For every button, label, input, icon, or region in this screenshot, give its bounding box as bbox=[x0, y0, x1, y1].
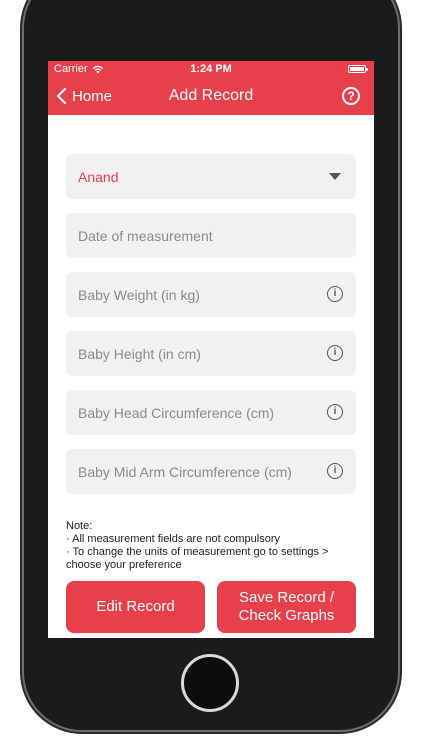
edit-record-label: Edit Record bbox=[96, 598, 175, 615]
navigation-bar: Home Add Record ? bbox=[48, 77, 374, 115]
height-info-icon[interactable]: i bbox=[327, 345, 343, 361]
note-line-1: · All measurement fields are not compuls… bbox=[66, 533, 280, 545]
edit-record-button[interactable]: Edit Record bbox=[66, 581, 205, 633]
height-placeholder: Baby Height (in cm) bbox=[78, 345, 201, 362]
battery-icon bbox=[348, 65, 368, 73]
arm-placeholder: Baby Mid Arm Circumference (cm) bbox=[78, 463, 292, 480]
save-label-line-1: Save Record / bbox=[238, 589, 335, 606]
dropdown-caret-icon bbox=[329, 173, 341, 180]
arm-info-icon[interactable]: i bbox=[327, 463, 343, 479]
save-record-button[interactable]: Save Record / Check Graphs bbox=[217, 581, 356, 633]
page-title: Add Record bbox=[168, 87, 254, 104]
weight-info-icon[interactable]: i bbox=[327, 286, 343, 302]
head-placeholder: Baby Head Circumference (cm) bbox=[78, 404, 275, 421]
note-title: Note: bbox=[66, 520, 93, 532]
save-record-label: Save Record / Check Graphs bbox=[239, 589, 335, 625]
help-icon[interactable]: ? bbox=[342, 87, 360, 105]
home-button[interactable] bbox=[181, 654, 239, 712]
note-section: Note: · All measurement fields are not c… bbox=[66, 520, 361, 572]
height-field[interactable]: Baby Height (in cm) i bbox=[66, 331, 356, 376]
date-field[interactable]: Date of measurement bbox=[66, 213, 356, 258]
clock: 1:24 PM bbox=[190, 63, 232, 75]
date-placeholder: Date of measurement bbox=[78, 227, 213, 244]
add-record-form: Anand Date of measurement Baby Weight (i… bbox=[66, 154, 356, 508]
weight-placeholder: Baby Weight (in kg) bbox=[78, 286, 200, 303]
weight-field[interactable]: Baby Weight (in kg) i bbox=[66, 272, 356, 317]
head-info-icon[interactable]: i bbox=[327, 404, 343, 420]
baby-select[interactable]: Anand bbox=[66, 154, 356, 199]
head-circumference-field[interactable]: Baby Head Circumference (cm) i bbox=[66, 390, 356, 435]
save-label-line-2: Check Graphs bbox=[238, 607, 335, 624]
note-line-2: · To change the units of measurement go … bbox=[66, 546, 329, 571]
mid-arm-circumference-field[interactable]: Baby Mid Arm Circumference (cm) i bbox=[66, 449, 356, 494]
app-screen: Carrier 1:24 PM Home Add Record ? Anand … bbox=[48, 61, 374, 638]
status-bar: Carrier 1:24 PM bbox=[48, 61, 374, 77]
baby-select-value: Anand bbox=[78, 168, 119, 185]
